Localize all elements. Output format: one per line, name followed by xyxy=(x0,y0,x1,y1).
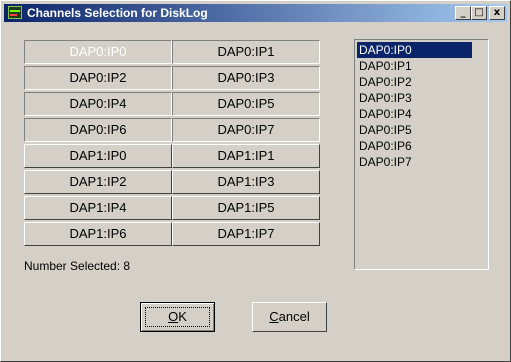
channel-toggle-button[interactable]: DAP0:IP0 xyxy=(24,40,172,64)
channel-toggle-button[interactable]: DAP1:IP5 xyxy=(172,196,320,220)
channel-toggle-button[interactable]: DAP0:IP3 xyxy=(172,66,320,90)
cancel-button[interactable]: Cancel xyxy=(252,302,327,332)
list-item[interactable]: DAP0:IP5 xyxy=(357,122,472,138)
channel-toggle-button[interactable]: DAP0:IP6 xyxy=(24,118,172,142)
channel-toggle-button[interactable]: DAP0:IP5 xyxy=(172,92,320,116)
list-item[interactable]: DAP0:IP3 xyxy=(357,90,472,106)
list-item[interactable]: DAP0:IP0 xyxy=(357,42,472,58)
channel-toggle-button[interactable]: DAP0:IP7 xyxy=(172,118,320,142)
selected-count-label: Number Selected: 8 xyxy=(24,259,131,273)
channel-toggle-button[interactable]: DAP0:IP4 xyxy=(24,92,172,116)
focus-rectangle xyxy=(145,307,210,327)
title-bar[interactable]: Channels Selection for DiskLog _ □ x xyxy=(4,4,507,22)
selected-channels-listbox[interactable]: DAP0:IP0 DAP0:IP1 DAP0:IP2 DAP0:IP3 DAP0… xyxy=(354,39,489,270)
channel-toggle-button[interactable]: DAP1:IP0 xyxy=(24,144,172,168)
channel-toggle-button[interactable]: DAP1:IP2 xyxy=(24,170,172,194)
window-title: Channels Selection for DiskLog xyxy=(27,6,208,20)
channel-toggle-button[interactable]: DAP0:IP1 xyxy=(172,40,320,64)
channel-toggle-button[interactable]: DAP1:IP7 xyxy=(172,222,320,246)
list-item[interactable]: DAP0:IP4 xyxy=(357,106,472,122)
list-item[interactable]: DAP0:IP6 xyxy=(357,138,472,154)
channel-toggle-button[interactable]: DAP1:IP4 xyxy=(24,196,172,220)
ok-button[interactable]: OK xyxy=(140,302,215,332)
maximize-button[interactable]: □ xyxy=(471,6,487,20)
list-item[interactable]: DAP0:IP7 xyxy=(357,154,472,170)
channel-toggle-button[interactable]: DAP1:IP6 xyxy=(24,222,172,246)
minimize-button[interactable]: _ xyxy=(455,6,471,20)
close-button[interactable]: x xyxy=(489,6,505,20)
channel-toggle-button[interactable]: DAP1:IP1 xyxy=(172,144,320,168)
list-item[interactable]: DAP0:IP1 xyxy=(357,58,472,74)
channel-toggle-button[interactable]: DAP0:IP2 xyxy=(24,66,172,90)
cancel-button-label: Cancel xyxy=(269,309,310,324)
app-icon xyxy=(8,6,22,19)
list-item[interactable]: DAP0:IP2 xyxy=(357,74,472,90)
channel-toggle-button[interactable]: DAP1:IP3 xyxy=(172,170,320,194)
